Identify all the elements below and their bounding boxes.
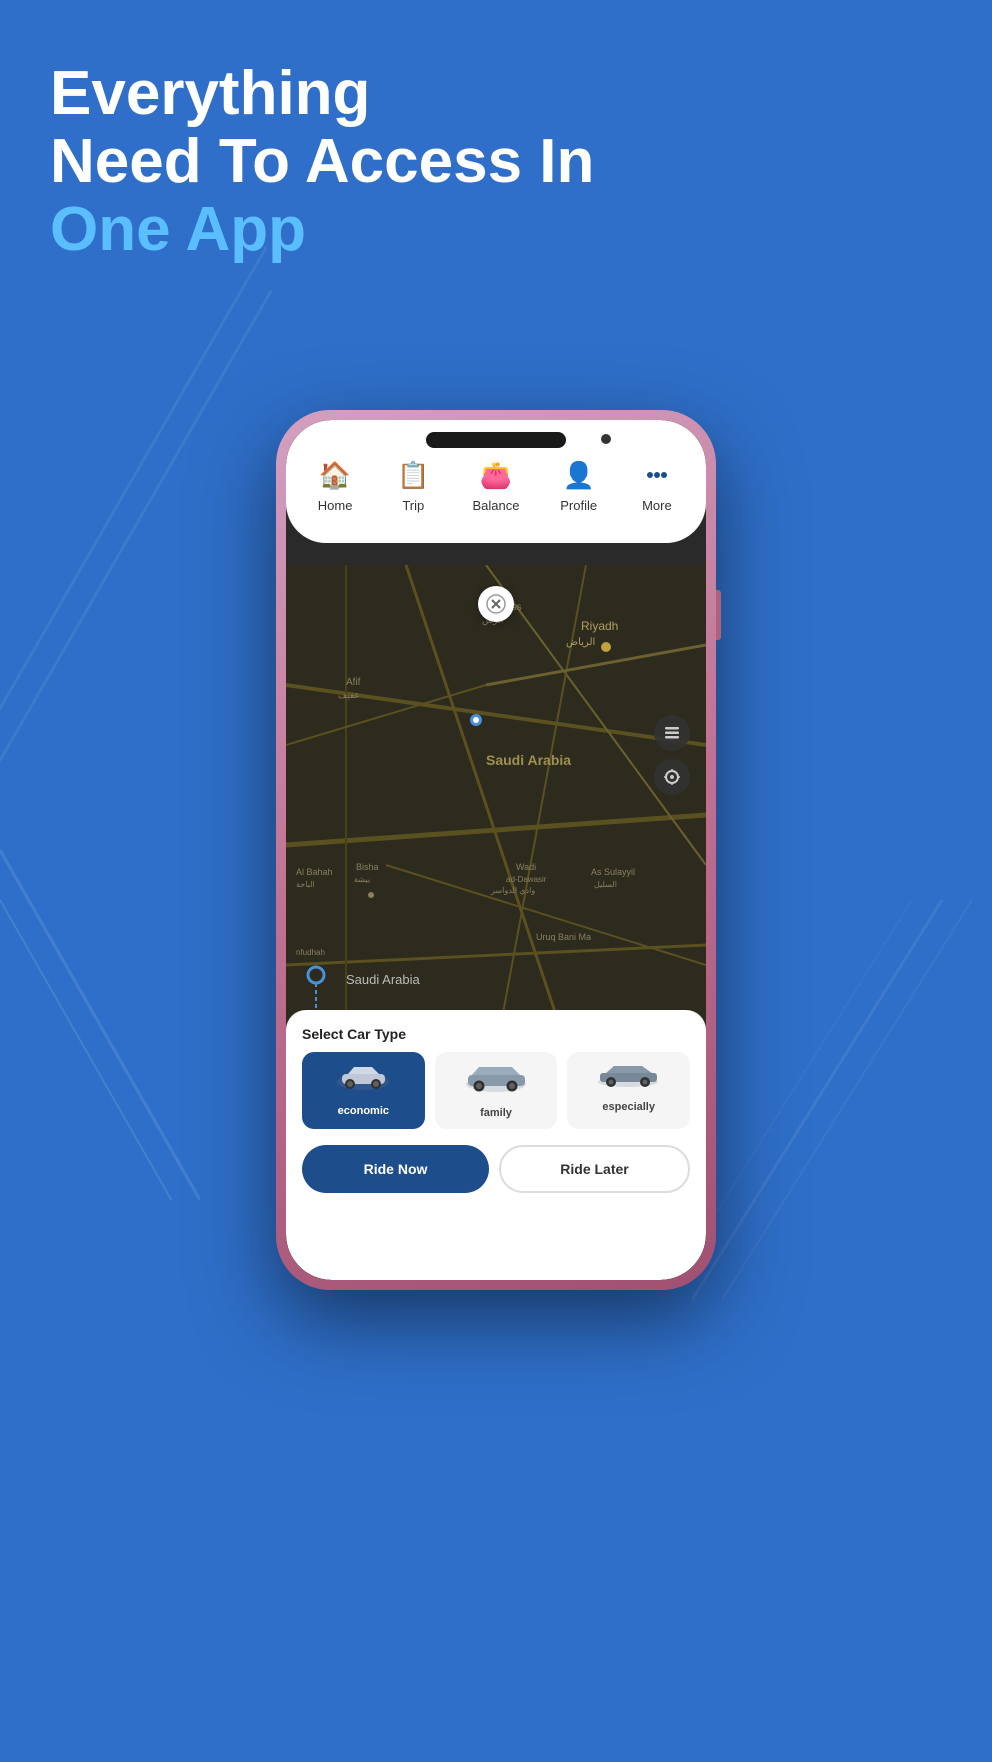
nav-item-more[interactable]: More bbox=[638, 456, 676, 513]
family-label: family bbox=[480, 1107, 512, 1119]
economic-car-icon bbox=[336, 1062, 391, 1099]
svg-text:Riyadh: Riyadh bbox=[581, 619, 618, 633]
app-screen: 🏠 Home 📋 Trip 👛 Balance 👤 bbox=[286, 420, 706, 1280]
nav-item-profile[interactable]: 👤 Profile bbox=[560, 456, 598, 513]
economic-label: economic bbox=[338, 1105, 389, 1117]
deco-lines-right bbox=[692, 900, 992, 1300]
car-option-especially[interactable]: especially bbox=[567, 1052, 690, 1129]
phone-notch bbox=[426, 432, 566, 448]
svg-text:ad-Dawasir: ad-Dawasir bbox=[506, 875, 547, 884]
family-car-icon bbox=[464, 1062, 529, 1101]
svg-text:Wadi: Wadi bbox=[516, 862, 536, 872]
car-options-list: economic bbox=[302, 1052, 690, 1129]
phone-mockup: 🏠 Home 📋 Trip 👛 Balance 👤 bbox=[276, 410, 716, 1290]
deco-lines-left bbox=[0, 800, 200, 1200]
nav-items-container: 🏠 Home 📋 Trip 👛 Balance 👤 bbox=[296, 456, 696, 513]
action-buttons: Ride Now Ride Later bbox=[302, 1145, 690, 1193]
home-label: Home bbox=[318, 498, 353, 513]
nav-item-balance[interactable]: 👛 Balance bbox=[473, 456, 520, 513]
ride-now-button[interactable]: Ride Now bbox=[302, 1145, 489, 1193]
svg-text:وادي الدواسر: وادي الدواسر bbox=[490, 886, 535, 895]
map-layers-button[interactable] bbox=[654, 715, 690, 751]
especially-car-icon bbox=[596, 1062, 661, 1095]
headline-block: Everything Need To Access In One App bbox=[50, 60, 800, 265]
close-button[interactable] bbox=[478, 586, 514, 622]
volume-button bbox=[716, 590, 721, 640]
trip-icon: 📋 bbox=[394, 456, 432, 494]
phone-camera bbox=[601, 434, 611, 444]
svg-text:الرياض: الرياض bbox=[566, 637, 595, 648]
nav-item-trip[interactable]: 📋 Trip bbox=[394, 456, 432, 513]
svg-text:Saudi Arabia: Saudi Arabia bbox=[486, 752, 571, 768]
phone-screen-container: 🏠 Home 📋 Trip 👛 Balance 👤 bbox=[286, 420, 706, 1280]
profile-icon: 👤 bbox=[560, 456, 598, 494]
svg-text:بيشة: بيشة bbox=[354, 875, 370, 884]
svg-text:nfudhah: nfudhah bbox=[296, 948, 325, 957]
balance-icon: 👛 bbox=[477, 456, 515, 494]
location-input-label: Saudi Arabia bbox=[346, 972, 420, 987]
phone-frame: 🏠 Home 📋 Trip 👛 Balance 👤 bbox=[276, 410, 716, 1290]
svg-text:Al Bahah: Al Bahah bbox=[296, 867, 333, 877]
more-icon bbox=[638, 456, 676, 494]
more-label: More bbox=[642, 498, 672, 513]
map-location-button[interactable] bbox=[654, 759, 690, 795]
headline-line2: Need To Access In bbox=[50, 128, 800, 196]
svg-text:Afif: Afif bbox=[346, 677, 361, 688]
headline-line3: One App bbox=[50, 196, 800, 264]
balance-label: Balance bbox=[473, 498, 520, 513]
nav-item-home[interactable]: 🏠 Home bbox=[316, 456, 354, 513]
car-option-economic[interactable]: economic bbox=[302, 1052, 425, 1129]
svg-text:Uruq Bani Ma: Uruq Bani Ma bbox=[536, 932, 591, 942]
map-controls bbox=[654, 715, 690, 795]
car-option-family[interactable]: family bbox=[435, 1052, 558, 1129]
profile-label: Profile bbox=[560, 498, 597, 513]
trip-label: Trip bbox=[402, 498, 424, 513]
ride-later-button[interactable]: Ride Later bbox=[499, 1145, 690, 1193]
svg-text:الباحة: الباحة bbox=[296, 880, 315, 889]
svg-text:السليل: السليل bbox=[594, 880, 617, 889]
svg-text:As Sulayyil: As Sulayyil bbox=[591, 867, 635, 877]
especially-label: especially bbox=[602, 1101, 655, 1113]
svg-text:عفيف: عفيف bbox=[338, 690, 360, 700]
headline-line1: Everything bbox=[50, 60, 800, 128]
svg-text:Bisha: Bisha bbox=[356, 862, 379, 872]
car-type-label: Select Car Type bbox=[302, 1026, 690, 1042]
ride-selection-panel: Select Car Type bbox=[286, 1010, 706, 1280]
home-icon: 🏠 bbox=[316, 456, 354, 494]
